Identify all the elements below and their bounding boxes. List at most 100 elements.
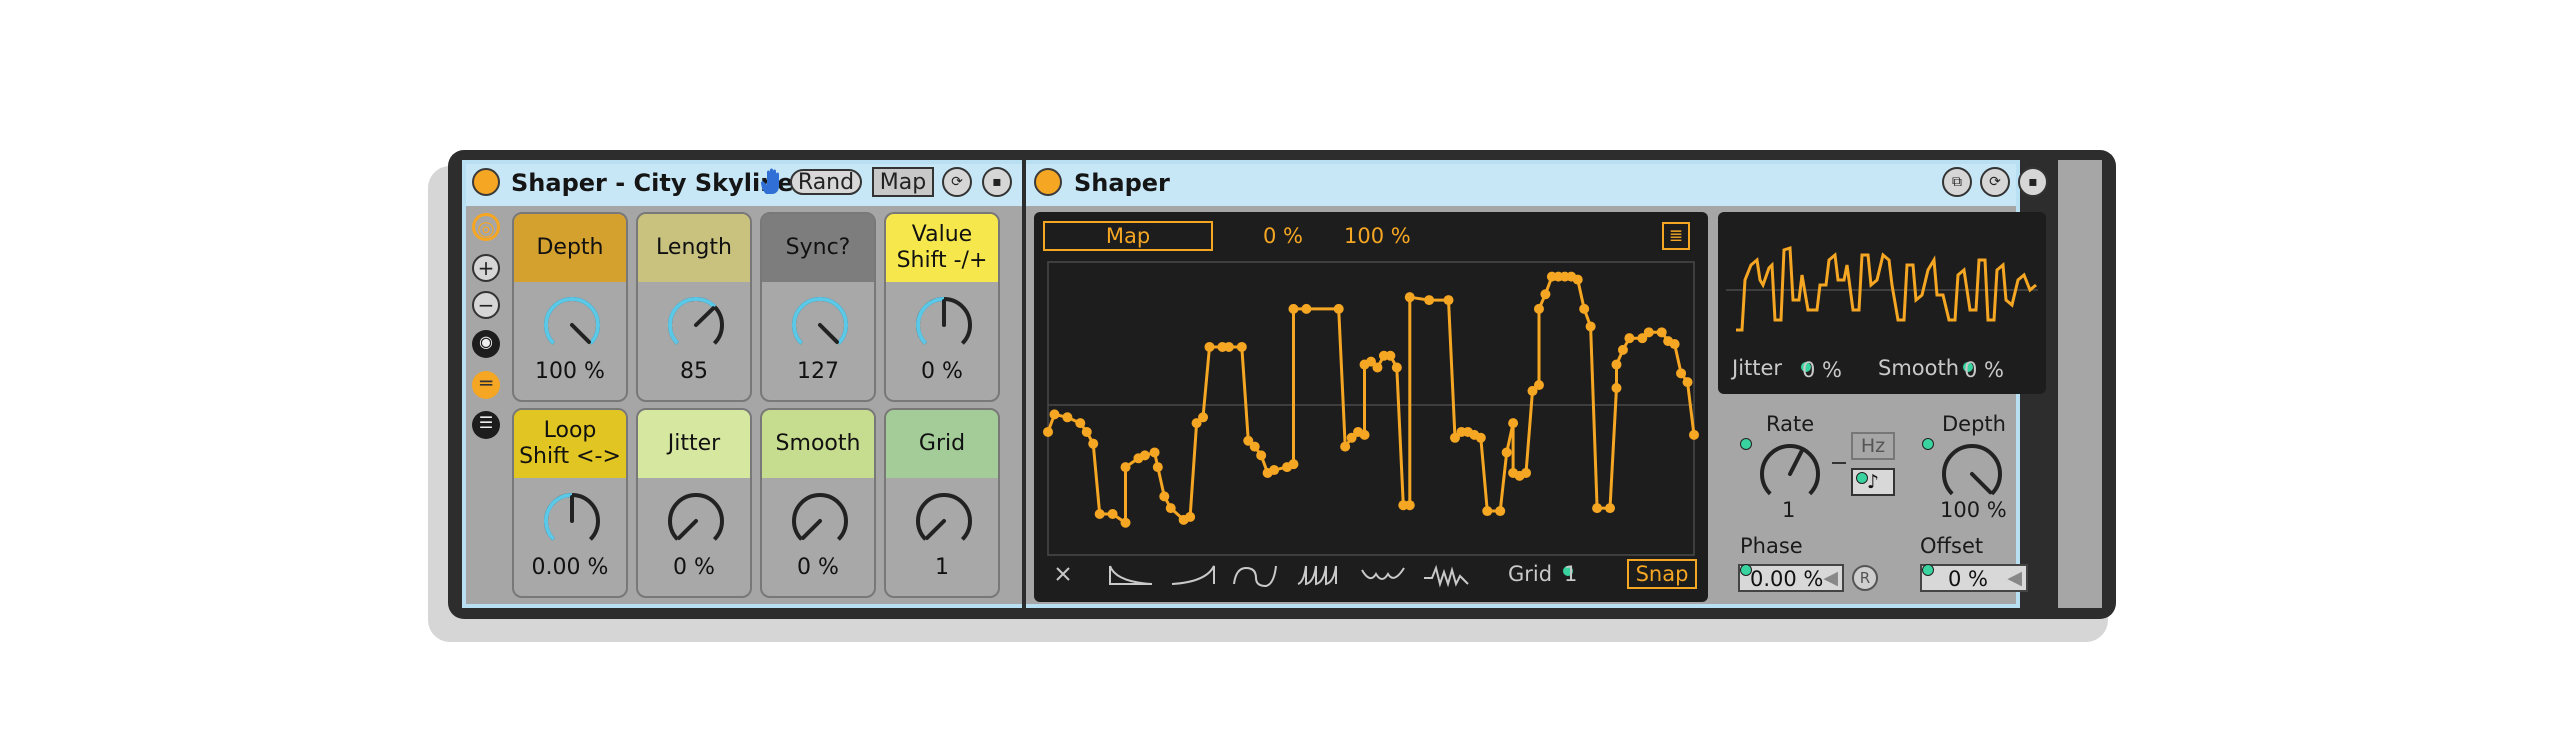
knob-dial[interactable]: [541, 294, 603, 356]
smooth-value[interactable]: 0 %: [1964, 358, 2004, 382]
breakpoint[interactable]: [1676, 368, 1687, 379]
envelope-display[interactable]: Map 0 % 100 % ≣ Grid 1 Snap: [1034, 212, 1708, 602]
rise-shape-icon[interactable]: [1170, 562, 1216, 588]
macro-knob-0[interactable]: Depth 100 %: [512, 212, 628, 402]
breakpoint[interactable]: [1443, 295, 1454, 306]
breakpoint[interactable]: [1152, 462, 1163, 473]
breakpoint[interactable]: [1088, 438, 1099, 449]
ramps-icon[interactable]: [1296, 562, 1342, 588]
breakpoint[interactable]: [1605, 503, 1616, 514]
breakpoint[interactable]: [1107, 508, 1118, 519]
breakpoint[interactable]: [1333, 303, 1344, 314]
map-toggle-icon[interactable]: ◎: [472, 213, 500, 241]
breakpoint[interactable]: [1533, 380, 1544, 391]
breakpoint[interactable]: [1611, 359, 1622, 370]
sync-icon[interactable]: ⟳: [942, 167, 972, 197]
breakpoint[interactable]: [1404, 292, 1415, 303]
breakpoint[interactable]: [1165, 503, 1176, 514]
breakpoint[interactable]: [1540, 289, 1551, 300]
rate-value[interactable]: 1: [1782, 498, 1795, 522]
macro-knob-6[interactable]: Smooth 0 %: [760, 408, 876, 598]
clear-icon[interactable]: [1052, 562, 1076, 588]
sync-icon[interactable]: ⟳: [1980, 167, 2010, 197]
breakpoint[interactable]: [1094, 508, 1105, 519]
breakpoint[interactable]: [1198, 412, 1209, 423]
breakpoint[interactable]: [1256, 450, 1267, 461]
breakpoint[interactable]: [1508, 418, 1519, 429]
list-icon[interactable]: ☰: [472, 411, 500, 439]
breakpoint[interactable]: [1572, 274, 1583, 285]
breakpoint[interactable]: [1611, 382, 1622, 393]
hz-button[interactable]: Hz: [1851, 432, 1895, 460]
breakpoint[interactable]: [1249, 441, 1260, 452]
s-curve-icon[interactable]: [1232, 562, 1278, 588]
breakpoint[interactable]: [1236, 341, 1247, 352]
breakpoint[interactable]: [1391, 362, 1402, 373]
breakpoint[interactable]: [1385, 350, 1396, 361]
envelope-breakpoints[interactable]: [1043, 271, 1699, 528]
macro-knob-5[interactable]: Jitter 0 %: [636, 408, 752, 598]
plus-icon[interactable]: +: [472, 254, 500, 282]
breakpoint[interactable]: [1592, 503, 1603, 514]
snap-button[interactable]: Snap: [1627, 559, 1697, 589]
breakpoint[interactable]: [1075, 418, 1086, 429]
breakpoint[interactable]: [1288, 303, 1299, 314]
breakpoint[interactable]: [1495, 506, 1506, 517]
breakpoint[interactable]: [1656, 327, 1667, 338]
breakpoint[interactable]: [1669, 339, 1680, 350]
breakpoint[interactable]: [1533, 303, 1544, 314]
knob-dial[interactable]: [789, 294, 851, 356]
breakpoint[interactable]: [1359, 429, 1370, 440]
collapse-icon[interactable]: ═: [472, 371, 500, 399]
breakpoint[interactable]: [1062, 412, 1073, 423]
breakpoint[interactable]: [1081, 426, 1092, 437]
macro-knob-1[interactable]: Length 85: [636, 212, 752, 402]
breakpoint[interactable]: [1404, 500, 1415, 511]
knob-dial[interactable]: [913, 490, 975, 552]
decay-shape-icon[interactable]: [1108, 562, 1154, 588]
knob-dial[interactable]: [665, 294, 727, 356]
breakpoint[interactable]: [1269, 465, 1280, 476]
knob-dial[interactable]: [789, 490, 851, 552]
breakpoint[interactable]: [1475, 432, 1486, 443]
breakpoint[interactable]: [1482, 506, 1493, 517]
knob-dial[interactable]: [665, 490, 727, 552]
breakpoint[interactable]: [1301, 303, 1312, 314]
minus-icon[interactable]: −: [472, 291, 500, 319]
depth-value[interactable]: 100 %: [1940, 498, 2007, 522]
macro-knob-7[interactable]: Grid 1: [884, 408, 1000, 598]
breakpoint[interactable]: [1372, 362, 1383, 373]
breakpoint[interactable]: [1340, 441, 1351, 452]
breakpoint[interactable]: [1139, 450, 1150, 461]
breakpoint[interactable]: [1424, 295, 1435, 306]
shaper-power-button[interactable]: [1034, 168, 1062, 196]
map-button[interactable]: Map: [872, 167, 934, 197]
knob-dial[interactable]: [913, 294, 975, 356]
rand-button[interactable]: Rand: [790, 169, 862, 195]
breakpoint[interactable]: [1204, 341, 1215, 352]
breakpoint[interactable]: [1288, 459, 1299, 470]
fold-icon[interactable]: ⧉: [1942, 167, 1972, 197]
macro-knob-3[interactable]: Value Shift -/+ 0 %: [884, 212, 1000, 402]
breakpoint[interactable]: [1159, 491, 1170, 502]
macro-knob-4[interactable]: Loop Shift <-> 0.00 %: [512, 408, 628, 598]
envelope-graph[interactable]: [1034, 212, 1708, 602]
breakpoint[interactable]: [1501, 447, 1512, 458]
breakpoint[interactable]: [1120, 517, 1131, 528]
hand-icon[interactable]: [759, 168, 785, 196]
breakpoint[interactable]: [1579, 303, 1590, 314]
breakpoint[interactable]: [1617, 344, 1628, 355]
breakpoint[interactable]: [1689, 429, 1699, 440]
jitter-value[interactable]: 0 %: [1802, 358, 1842, 382]
knob-dial[interactable]: [541, 490, 603, 552]
breakpoint[interactable]: [1643, 327, 1654, 338]
breakpoint[interactable]: [1049, 409, 1060, 420]
phase-field[interactable]: 0.00 % ◀: [1738, 564, 1844, 592]
camera-icon[interactable]: ◉: [472, 330, 500, 358]
macro-device-power-button[interactable]: [472, 168, 500, 196]
noise-icon[interactable]: [1422, 562, 1472, 588]
save-icon[interactable]: ▪: [982, 167, 1012, 197]
breakpoint[interactable]: [1043, 426, 1053, 437]
bounce-icon[interactable]: [1360, 562, 1406, 588]
breakpoint[interactable]: [1585, 321, 1596, 332]
